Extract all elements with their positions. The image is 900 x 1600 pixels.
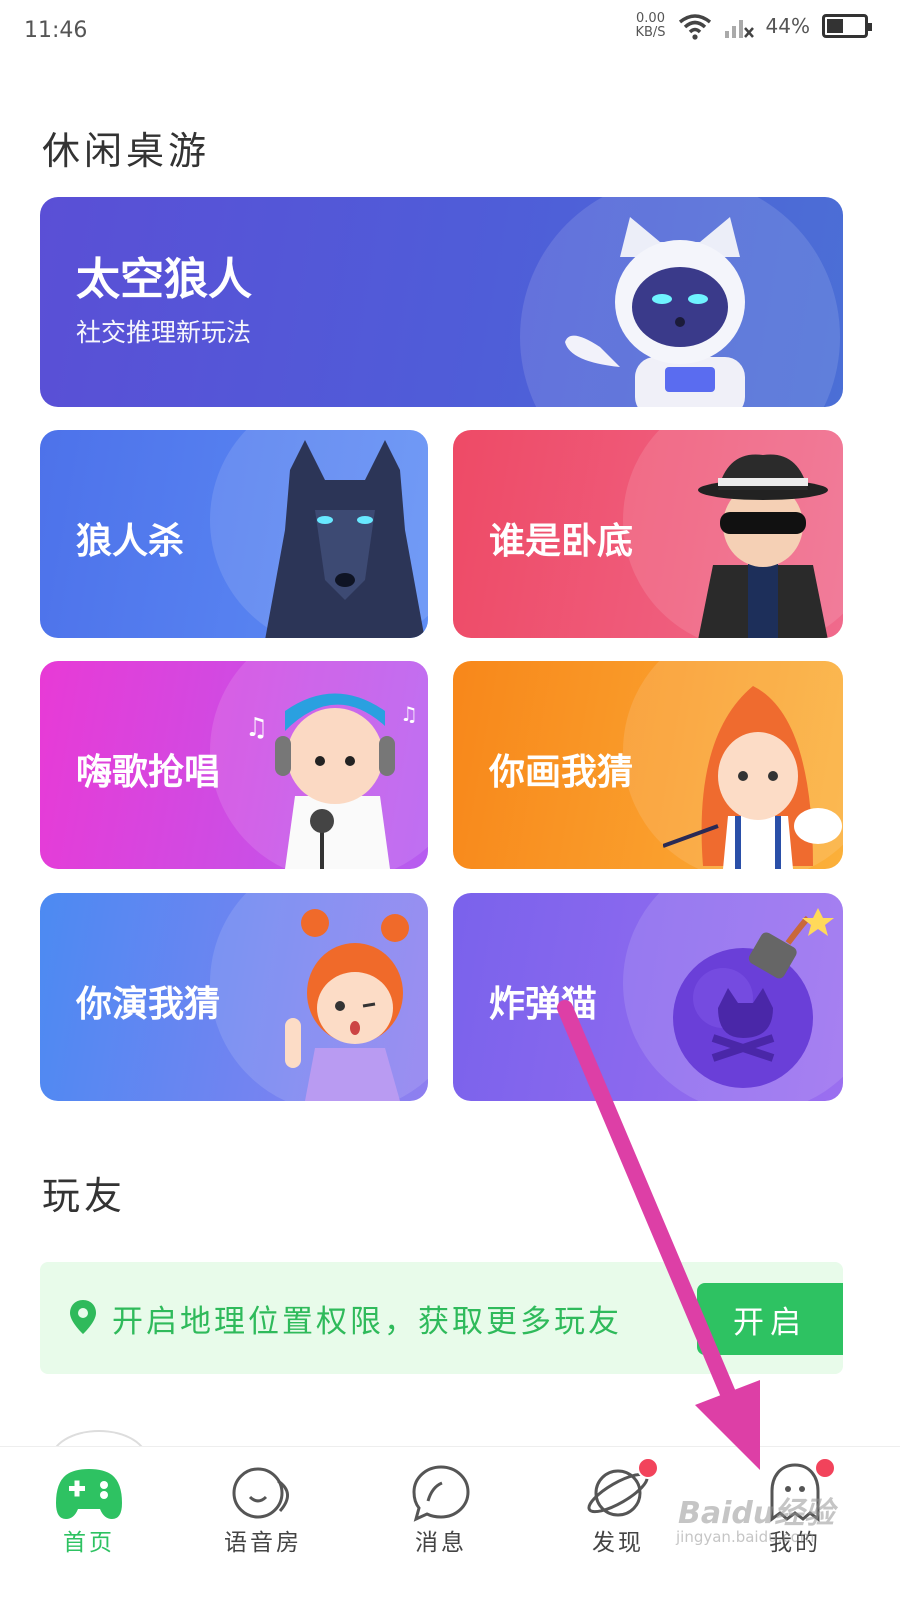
- status-bar: 11:46 0.00 KB/S 44%: [0, 0, 900, 64]
- svg-text:♫: ♫: [400, 702, 418, 726]
- battery-level: [827, 19, 843, 33]
- singer-illustration: ♫ ♫: [245, 693, 418, 869]
- location-permission-banner: 开启地理位置权限，获取更多玩友 开启: [40, 1262, 843, 1374]
- tab-label: 消息: [415, 1530, 467, 1556]
- painter-girl-illustration: [663, 686, 842, 869]
- net-speed-value: 0.00: [636, 11, 665, 26]
- notification-dot: [814, 1457, 836, 1479]
- spy-illustration: [698, 454, 828, 638]
- game-title: 太空狼人: [76, 254, 252, 305]
- game-card-bomb-cat[interactable]: 炸弹猫: [453, 893, 843, 1101]
- notification-dot: [637, 1457, 659, 1479]
- game-card-sing[interactable]: 嗨歌抢唱 ♫ ♫: [40, 661, 428, 869]
- tab-label: 发现: [592, 1530, 644, 1556]
- location-pin-icon: [70, 1300, 96, 1334]
- bomb-illustration: [673, 908, 834, 1088]
- game-title: 谁是卧底: [489, 521, 634, 562]
- game-card-werewolf[interactable]: 狼人杀: [40, 430, 428, 638]
- net-speed-unit: KB/S: [635, 25, 666, 40]
- svg-text:♫: ♫: [245, 713, 268, 743]
- enable-location-button[interactable]: 开启: [697, 1283, 843, 1355]
- wolf-illustration: [265, 440, 425, 638]
- message-icon: [412, 1465, 470, 1522]
- game-title: 你演我猜: [76, 984, 221, 1025]
- location-prompt-text: 开启地理位置权限，获取更多玩友: [112, 1304, 622, 1340]
- net-speed: 0.00 KB/S: [635, 12, 665, 40]
- game-title: 狼人杀: [76, 521, 185, 562]
- status-icons: 0.00 KB/S 44%: [635, 12, 872, 40]
- voice-room-icon: [232, 1467, 289, 1519]
- game-title: 嗨歌抢唱: [76, 752, 221, 793]
- tab-home[interactable]: 首页: [14, 1447, 164, 1600]
- battery-icon: [822, 14, 872, 38]
- signal-icon: [724, 20, 754, 38]
- game-subtitle: 社交推理新玩法: [76, 318, 252, 347]
- game-title: 炸弹猫: [489, 984, 598, 1025]
- watermark-url: jingyan.baidu.com: [676, 1528, 815, 1546]
- game-card-act-guess[interactable]: 你演我猜: [40, 893, 428, 1101]
- section-title-games: 休闲桌游: [42, 129, 211, 173]
- gamepad-icon: [56, 1469, 122, 1519]
- tab-voice-room[interactable]: 语音房: [188, 1447, 338, 1600]
- section-title-friends: 玩友: [42, 1174, 127, 1218]
- tab-label: 首页: [63, 1530, 115, 1556]
- game-card-draw-guess[interactable]: 你画我猜: [453, 661, 843, 869]
- game-card-undercover[interactable]: 谁是卧底: [453, 430, 843, 638]
- wifi-icon: [678, 14, 711, 40]
- battery-percent: 44%: [765, 14, 810, 38]
- tab-messages[interactable]: 消息: [366, 1447, 516, 1600]
- acting-girl-illustration: [285, 909, 409, 1101]
- astronaut-wolf-illustration: [565, 217, 745, 407]
- game-title: 你画我猜: [489, 752, 634, 793]
- game-card-space-werewolf[interactable]: 太空狼人 社交推理新玩法: [40, 197, 843, 407]
- status-time: 11:46: [24, 18, 88, 43]
- tab-discover[interactable]: 发现: [543, 1447, 693, 1600]
- tab-label: 语音房: [224, 1530, 302, 1556]
- watermark-logo: Baidu经验: [678, 1496, 835, 1531]
